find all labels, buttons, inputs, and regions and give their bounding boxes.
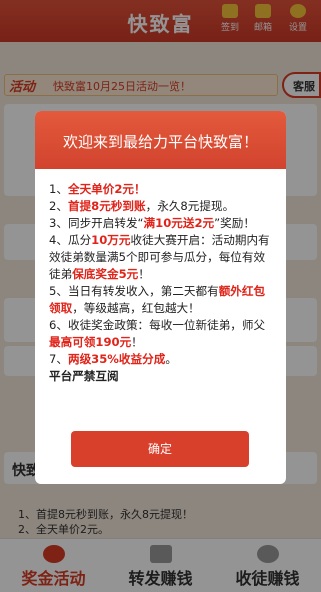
confirm-button[interactable]: 确定 bbox=[71, 431, 249, 467]
platform-note: 平台严禁互阅 bbox=[49, 369, 119, 383]
rule-item: 2、首提8元秒到账，永久8元提现。 bbox=[49, 199, 235, 213]
dialog-title: 欢迎来到最给力平台快致富！ bbox=[35, 111, 286, 169]
rule-item: 1、全天单价2元！ bbox=[49, 182, 146, 196]
welcome-dialog: 欢迎来到最给力平台快致富！ 1、全天单价2元！ 2、首提8元秒到账，永久8元提现… bbox=[35, 111, 286, 484]
rule-item: 3、同步开启转发“满10元送2元”奖励！ bbox=[49, 216, 255, 230]
rule-item: 5、当日有转发收入，第二天都有额外红包领取，等级越高，红包越大！ bbox=[49, 284, 266, 315]
rule-item: 6、收徒奖金政策：每收一位新徒弟，师父最高可领190元！ bbox=[49, 318, 266, 349]
rule-item: 7、两级35%收益分成。 bbox=[49, 352, 177, 366]
rule-item: 4、瓜分10万元收徒大赛开启：活动期内有效徒弟数量满5个即可参与瓜分，每位有效徒… bbox=[49, 233, 270, 281]
dialog-body: 1、全天单价2元！ 2、首提8元秒到账，永久8元提现。 3、同步开启转发“满10… bbox=[35, 169, 286, 385]
